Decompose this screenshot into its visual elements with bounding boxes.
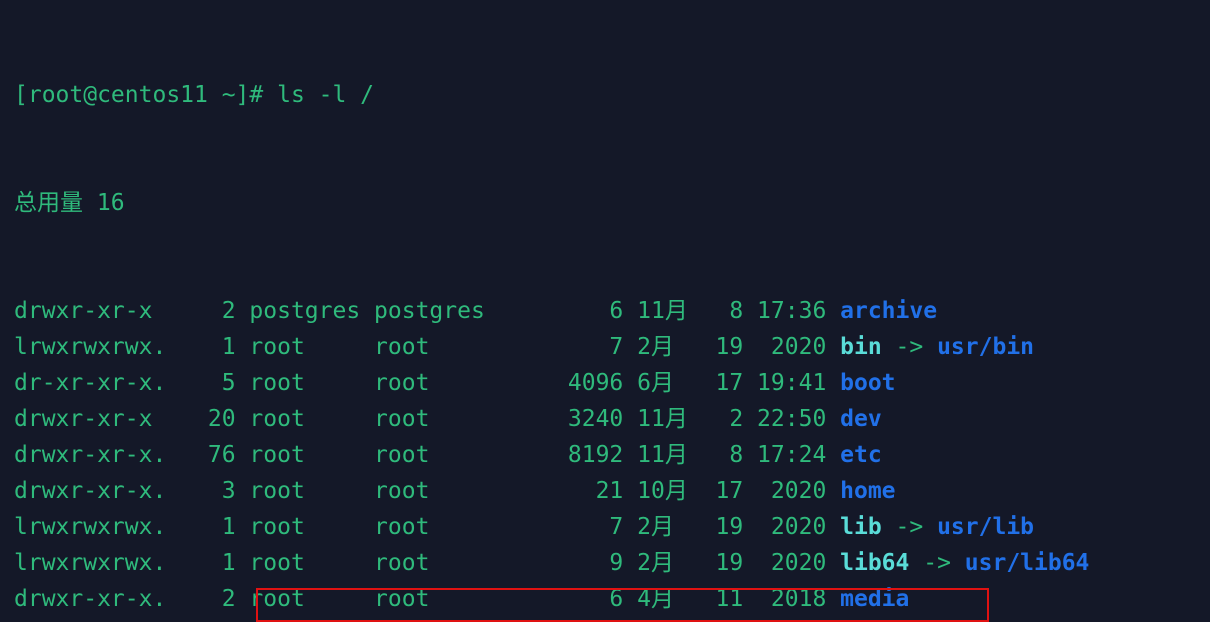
file-name-boot: boot [840,370,895,396]
row-attributes: drwxr-xr-x 20 root root 3240 11月 2 22:50 [14,406,840,432]
row-attributes: lrwxrwxrwx. 1 root root 9 2月 19 2020 [14,550,840,576]
symlink-target-bin: usr/bin [937,334,1034,360]
terminal-row-mnt: drwxr-xr-x. 2 root root 6 4月 11 2018 mnt [14,617,1210,622]
terminal-screen: [root@centos11 ~]# ls -l / 总用量 16 drwxr-… [0,0,1210,622]
terminal-row-lib64: lrwxrwxrwx. 1 root root 9 2月 19 2020 lib… [14,545,1210,581]
terminal-row-lib: lrwxrwxrwx. 1 root root 7 2月 19 2020 lib… [14,509,1210,545]
symlink-target-lib: usr/lib [937,514,1034,540]
symlink-target-lib64: usr/lib64 [965,550,1090,576]
symlink-arrow: -> [882,514,937,540]
row-attributes: lrwxrwxrwx. 1 root root 7 2月 19 2020 [14,514,840,540]
terminal-row-home: drwxr-xr-x. 3 root root 21 10月 17 2020 h… [14,473,1210,509]
terminal-row-dev: drwxr-xr-x 20 root root 3240 11月 2 22:50… [14,401,1210,437]
row-attributes: drwxr-xr-x. 2 root root 6 4月 11 2018 [14,586,840,612]
file-name-lib: lib [840,514,882,540]
symlink-arrow: -> [909,550,964,576]
terminal-row-media: drwxr-xr-x. 2 root root 6 4月 11 2018 med… [14,581,1210,617]
row-attributes: drwxr-xr-x. 76 root root 8192 11月 8 17:2… [14,442,840,468]
file-name-dev: dev [840,406,882,432]
file-name-bin: bin [840,334,882,360]
row-attributes: lrwxrwxrwx. 1 root root 7 2月 19 2020 [14,334,840,360]
terminal-output: drwxr-xr-x 2 postgres postgres 6 11月 8 1… [14,293,1210,622]
terminal-row-etc: drwxr-xr-x. 76 root root 8192 11月 8 17:2… [14,437,1210,473]
terminal-total-line: 总用量 16 [14,185,1210,221]
symlink-arrow: -> [882,334,937,360]
file-name-archive: archive [840,298,937,324]
row-attributes: drwxr-xr-x 2 postgres postgres 6 11月 8 1… [14,298,840,324]
terminal-prompt-line: [root@centos11 ~]# ls -l / [14,77,1210,113]
row-attributes: dr-xr-xr-x. 5 root root 4096 6月 17 19:41 [14,370,840,396]
row-attributes: drwxr-xr-x. 3 root root 21 10月 17 2020 [14,478,840,504]
file-name-lib64: lib64 [840,550,909,576]
terminal-row-bin: lrwxrwxrwx. 1 root root 7 2月 19 2020 bin… [14,329,1210,365]
file-name-media: media [840,586,909,612]
terminal-row-archive: drwxr-xr-x 2 postgres postgres 6 11月 8 1… [14,293,1210,329]
terminal-window[interactable]: [root@centos11 ~]# ls -l / 总用量 16 drwxr-… [0,0,1210,622]
file-name-etc: etc [840,442,882,468]
terminal-row-boot: dr-xr-xr-x. 5 root root 4096 6月 17 19:41… [14,365,1210,401]
file-name-home: home [840,478,895,504]
